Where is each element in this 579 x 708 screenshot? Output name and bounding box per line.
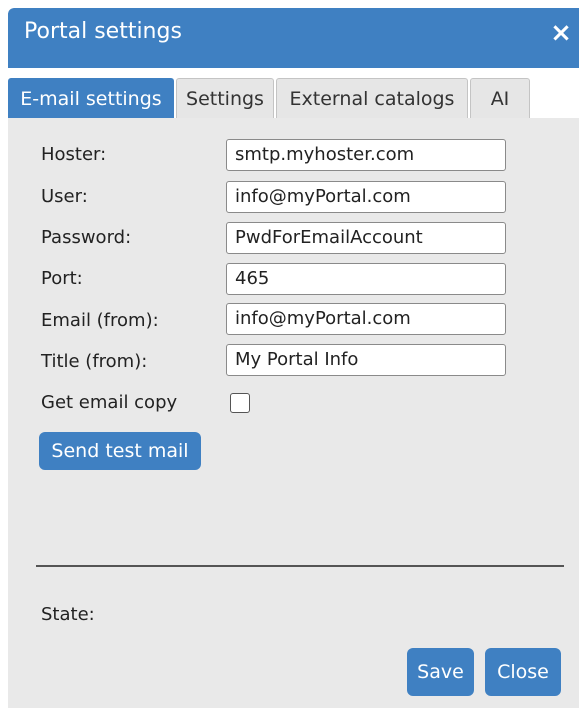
email-from-label: Email (from): [41, 310, 159, 331]
dialog-title: Portal settings [24, 19, 182, 44]
divider [36, 565, 564, 567]
email-settings-panel: Hoster: smtp.myhoster.com User: info@myP… [8, 118, 579, 708]
dialog-titlebar: Portal settings × [8, 8, 579, 60]
port-field[interactable]: 465 [226, 263, 506, 295]
hoster-field[interactable]: smtp.myhoster.com [226, 139, 506, 171]
send-test-mail-button[interactable]: Send test mail [39, 432, 201, 470]
title-from-field[interactable]: My Portal Info [226, 344, 506, 376]
tab-settings[interactable]: Settings [176, 78, 274, 118]
user-label: User: [41, 186, 88, 207]
tab-bar: E-mail settings Settings External catalo… [8, 60, 579, 118]
tab-ai[interactable]: AI [470, 78, 530, 118]
portal-settings-dialog: Portal settings × E-mail settings Settin… [8, 8, 579, 708]
close-button[interactable]: Close [485, 648, 561, 696]
get-email-copy-checkbox[interactable] [230, 393, 250, 413]
close-icon[interactable]: × [547, 18, 575, 48]
user-field[interactable]: info@myPortal.com [226, 181, 506, 213]
tab-external-catalogs[interactable]: External catalogs [276, 78, 468, 118]
tab-email-settings[interactable]: E-mail settings [8, 78, 174, 118]
title-from-label: Title (from): [41, 351, 148, 372]
port-label: Port: [41, 268, 83, 289]
save-button[interactable]: Save [407, 648, 474, 696]
get-email-copy-label: Get email copy [41, 392, 178, 413]
password-label: Password: [41, 227, 132, 248]
email-from-field[interactable]: info@myPortal.com [226, 303, 506, 335]
state-label: State: [41, 604, 95, 625]
password-field[interactable]: PwdForEmailAccount [226, 222, 506, 254]
hoster-label: Hoster: [41, 144, 107, 165]
tab-strip: E-mail settings Settings External catalo… [8, 68, 579, 118]
